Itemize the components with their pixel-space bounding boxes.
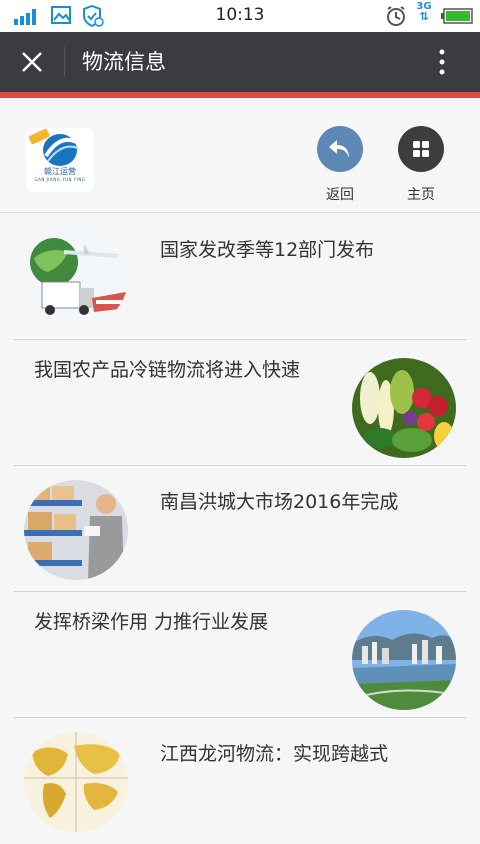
back-button[interactable]: 返回 [315, 126, 365, 204]
list-item[interactable]: 国家发改季等12部门发布 [0, 214, 480, 340]
grid-icon [413, 141, 429, 157]
back-arrow-icon [329, 140, 349, 158]
site-logo[interactable]: 赣江运营 GAN JIANG YUN YING [26, 128, 94, 192]
list-item[interactable]: 江西龙河物流：实现跨越式 [0, 718, 480, 844]
home-button-circle[interactable] [398, 126, 444, 172]
logo-mark [28, 128, 79, 166]
title-bar: 物流信息 [0, 32, 480, 92]
status-bar: 10:13 3G ⇅ [0, 0, 480, 32]
network-indicator: 3G ⇅ [413, 2, 435, 23]
logo-subtext: GAN JIANG YUN YING [34, 177, 86, 182]
article-title[interactable]: 发挥桥梁作用 力推行业发展 [34, 608, 268, 636]
article-title[interactable]: 我国农产品冷链物流将进入快速 [34, 356, 300, 384]
more-vertical-icon[interactable] [432, 47, 452, 77]
status-time: 10:13 [215, 5, 265, 25]
article-thumbnail [352, 358, 456, 458]
back-button-circle[interactable] [317, 126, 363, 172]
title-divider [64, 47, 65, 77]
article-thumbnail [352, 610, 456, 710]
header-area: 赣江运营 GAN JIANG YUN YING 返回 主页 [0, 98, 480, 213]
list-item[interactable]: 南昌洪城大市场2016年完成 [0, 466, 480, 592]
article-thumbnail [24, 228, 128, 328]
back-label[interactable]: 返回 [315, 184, 365, 204]
home-label[interactable]: 主页 [396, 184, 446, 204]
list-item[interactable]: 我国农产品冷链物流将进入快速 [0, 340, 480, 466]
battery-icon [441, 8, 473, 24]
home-button[interactable]: 主页 [396, 126, 446, 204]
article-thumbnail [24, 480, 128, 580]
data-arrows-icon: ⇅ [419, 10, 429, 23]
list-item[interactable]: 发挥桥梁作用 力推行业发展 [0, 592, 480, 718]
page-title: 物流信息 [82, 50, 166, 74]
close-icon[interactable] [20, 50, 44, 74]
article-title[interactable]: 国家发改季等12部门发布 [160, 236, 374, 264]
article-thumbnail [24, 732, 128, 832]
article-title[interactable]: 江西龙河物流：实现跨越式 [160, 740, 388, 768]
article-title[interactable]: 南昌洪城大市场2016年完成 [160, 488, 398, 516]
alarm-icon [387, 6, 405, 26]
logo-text: 赣江运营 [44, 167, 76, 176]
